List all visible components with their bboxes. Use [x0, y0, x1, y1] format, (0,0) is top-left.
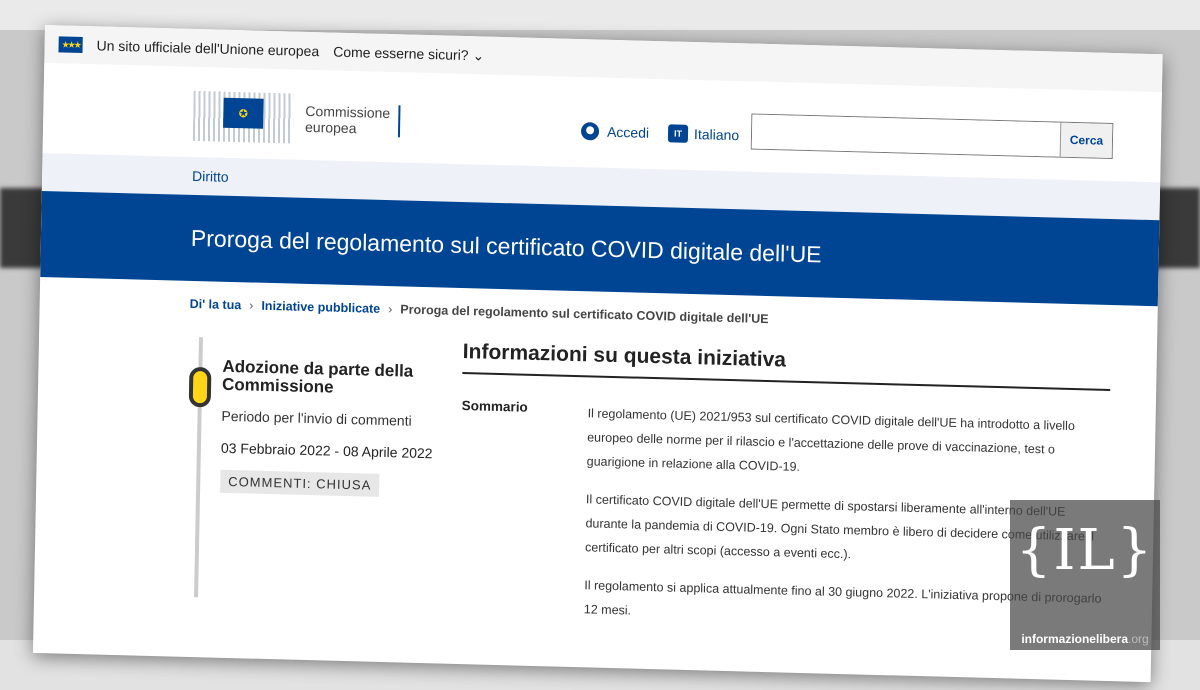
breadcrumb-item-iniziative[interactable]: Iniziative pubblicate [261, 299, 380, 316]
stage-period-label: Periodo per l'invio di commenti [221, 407, 412, 429]
watermark-text: informazionelibera.org [1021, 632, 1149, 646]
logo-text: Commissione europea [304, 102, 401, 138]
commission-building-icon: ✪ [192, 87, 294, 148]
nav-item-diritto[interactable]: Diritto [192, 168, 229, 185]
language-selector[interactable]: IT Italiano [667, 124, 739, 144]
stage-dates: 03 Febbraio 2022 - 08 Aprile 2022 [220, 439, 433, 462]
language-icon: IT [667, 124, 689, 143]
status-badge: COMMENTI: CHIUSA [220, 469, 380, 497]
stage-panel: Adozione da parte della Commissione Peri… [220, 356, 453, 499]
watermark: {IL} informazionelibera.org [1010, 500, 1160, 650]
breadcrumb-item-current: Proroga del regolamento sul certificato … [400, 302, 769, 327]
stage-title: Adozione da parte della Commissione [221, 356, 414, 397]
search-button[interactable]: Cerca [1059, 122, 1113, 158]
main-content: Adozione da parte della Commissione Peri… [34, 323, 1157, 652]
search-input[interactable] [751, 114, 1061, 157]
breadcrumb-item-di-la-tua[interactable]: Di' la tua [190, 297, 242, 312]
page-title: Proroga del regolamento sul certificato … [190, 224, 822, 267]
summary-paragraph: Il regolamento (UE) 2021/953 sul certifi… [586, 406, 1075, 474]
search-box: Cerca [750, 113, 1114, 159]
eu-flag-icon: ✪ [223, 97, 264, 129]
commission-logo[interactable]: ✪ Commissione europea [192, 87, 401, 150]
user-icon [580, 122, 600, 141]
login-link[interactable]: Accedi [580, 122, 649, 142]
browser-page: ★★★ Un sito ufficiale dell'Unione europe… [32, 25, 1163, 683]
breadcrumb-separator: › [249, 298, 254, 313]
section-title: Informazioni su questa iniziativa [462, 340, 1111, 392]
how-to-know-link[interactable]: Come esserne sicuri? ⌄ [333, 43, 484, 64]
breadcrumb-separator: › [388, 302, 393, 317]
summary-label: Sommario [461, 398, 528, 415]
watermark-logo: {IL} [1015, 518, 1155, 583]
official-site-text: Un sito ufficiale dell'Unione europea [96, 37, 320, 60]
background-top [0, 0, 1200, 30]
eu-flag-icon: ★★★ [58, 36, 83, 53]
chevron-down-icon: ⌄ [472, 46, 485, 64]
timeline-marker-icon [188, 366, 212, 408]
